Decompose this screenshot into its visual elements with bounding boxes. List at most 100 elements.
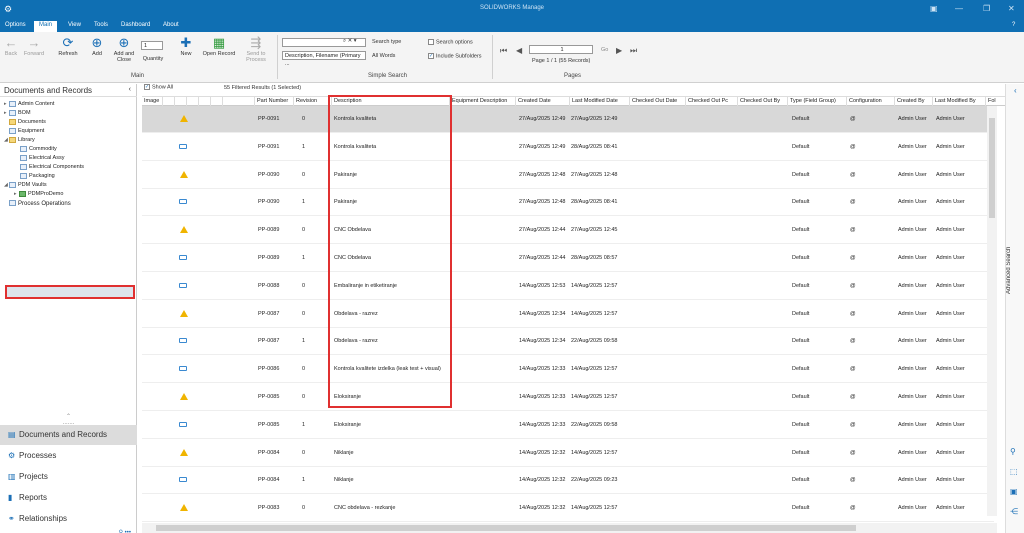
- table-row[interactable]: PP-0084 1 Niklanje 14/Aug/2025 12:32 22/Aug/…: [142, 467, 994, 495]
- refresh-button[interactable]: ⟳ Refresh: [55, 35, 81, 57]
- minimize-icon[interactable]: —: [955, 4, 963, 13]
- cell-created-by: Admin User: [898, 255, 927, 261]
- tree-item-bom[interactable]: ▸ BOM: [4, 109, 31, 117]
- table-row[interactable]: PP-0086 0 Kontrola kvalitete izdelka (leak…: [142, 356, 994, 384]
- cell-created-by: Admin User: [898, 421, 927, 428]
- maximize-icon[interactable]: ❐: [983, 4, 990, 13]
- cell-created-by: Admin User: [898, 199, 927, 206]
- table-row[interactable]: PP-0090 1 Pakiranje 27/Aug/2025 12:48 28/Aug…: [142, 189, 994, 217]
- table-row[interactable]: PP-0087 1 Obdelava - razrez 14/Aug/2025 12:…: [142, 328, 994, 356]
- table-row[interactable]: PP-0084 0 Niklanje 14/Aug/2025 12:32 14/Aug/…: [142, 440, 994, 467]
- tree-item-equipment[interactable]: Equipment: [9, 127, 44, 135]
- cell-last-modified-date: 22/Aug/2025 09:58: [571, 338, 618, 345]
- send-to-process-button[interactable]: ⇶ Send to Process: [241, 35, 271, 63]
- go-button[interactable]: Go: [601, 47, 608, 53]
- nav-projects[interactable]: ▥ Projects: [0, 467, 137, 487]
- add-and-close-button[interactable]: ⊕ Add and Close: [111, 35, 137, 63]
- menu-main[interactable]: Main: [34, 21, 58, 32]
- tree-item-pdm-vaults[interactable]: ◢ PDM Vaults: [4, 181, 47, 189]
- table-row[interactable]: PP-0085 1 Eloksiranje 14/Aug/2025 12:33 22/A…: [142, 412, 994, 439]
- table-row[interactable]: PP-0087 0 Obdelava - razrez 14/Aug/2025 12:…: [142, 301, 994, 328]
- menu-tools[interactable]: Tools: [94, 22, 108, 28]
- prev-page-icon[interactable]: ◀: [516, 46, 522, 55]
- help-icon[interactable]: ?: [1012, 22, 1015, 28]
- tree-item-electrical-assy[interactable]: Electrical Assy: [20, 154, 64, 162]
- search-options-checkbox[interactable]: Search options: [428, 39, 473, 45]
- table-row[interactable]: PP-0088 0 Embaliranje in etiketiranje 14/Au…: [142, 273, 994, 300]
- close-icon[interactable]: ✕: [1008, 4, 1015, 13]
- cell-last-modified-by: Admin User: [936, 366, 965, 373]
- cell-type: Default: [792, 199, 810, 206]
- horizontal-scrollbar[interactable]: [142, 523, 997, 533]
- nav-relationships[interactable]: ⚭ Relationships: [0, 509, 137, 529]
- tree-item-packaging[interactable]: Packaging: [20, 172, 55, 180]
- show-all-checkbox[interactable]: ✓ Show All: [144, 84, 173, 90]
- cell-part-number: PP-0084: [258, 477, 280, 484]
- preview-icon[interactable]: ▣: [1010, 487, 1018, 496]
- menu-dashboard[interactable]: Dashboard: [121, 22, 150, 28]
- cell-created-by: Admin User: [898, 310, 927, 317]
- scroll-thumb[interactable]: [156, 525, 856, 531]
- restore-icon[interactable]: ▣: [930, 4, 938, 13]
- table-row[interactable]: PP-0089 0 CNC Obdelava 27/Aug/2025 12:44 27/…: [142, 217, 994, 245]
- next-page-icon[interactable]: ▶: [616, 46, 622, 55]
- scroll-thumb[interactable]: [989, 118, 995, 218]
- more-icon[interactable]: ⚲ •••: [0, 529, 137, 533]
- cell-configuration: @: [850, 310, 856, 317]
- table-row[interactable]: PP-0090 0 Pakiranje 27/Aug/2025 12:48 27/Aug…: [142, 162, 994, 189]
- warning-icon: [180, 309, 188, 317]
- menu-options[interactable]: Options: [5, 22, 26, 28]
- table-row[interactable]: PP-0091 0 Kontrola kvaliteta 27/Aug/2025 12…: [142, 106, 994, 133]
- export-icon[interactable]: ⬚: [1010, 467, 1018, 476]
- tree-item-documents[interactable]: Documents: [9, 118, 46, 126]
- tree-item-pdmprodemo[interactable]: ▸ PDMProDemo: [14, 190, 63, 198]
- table-row[interactable]: PP-0083 0 CNC obdelava - rezkanje 14/Aug/20…: [142, 495, 994, 522]
- cell-configuration: @: [850, 394, 856, 400]
- share-icon[interactable]: ⋲: [1010, 507, 1018, 516]
- tree-item-admin-content[interactable]: ▸ Admin Content: [4, 100, 54, 108]
- cell-last-modified-date: 22/Aug/2025 09:58: [571, 421, 618, 428]
- first-page-icon[interactable]: ⏮: [500, 46, 507, 56]
- vertical-scrollbar[interactable]: [987, 106, 997, 516]
- cell-configuration: @: [850, 421, 856, 428]
- advanced-search-tab[interactable]: Advanced Search: [1006, 240, 1022, 300]
- add-button[interactable]: ⊕ Add: [88, 35, 106, 57]
- search-go-icon[interactable]: ⌕ ✕ ▾: [343, 38, 357, 45]
- document-icon: [179, 477, 187, 483]
- tree-item-commodity[interactable]: Commodity: [20, 145, 57, 153]
- search-fields-dropdown[interactable]: Description, Filename (Primary ...: [282, 51, 366, 67]
- tree-item-electrical-components[interactable]: Electrical Components: [20, 163, 84, 171]
- table-row[interactable]: PP-0091 1 Kontrola kvaliteta 27/Aug/2025 12…: [142, 134, 994, 161]
- back-button[interactable]: ← Back: [3, 35, 19, 57]
- grid-icon: [20, 145, 27, 152]
- search-icon[interactable]: ⚲: [1010, 447, 1016, 456]
- processes-icon: ⚙: [8, 451, 16, 460]
- nav-documents-and-records[interactable]: ▤ Documents and Records: [0, 425, 137, 445]
- search-type-dropdown[interactable]: All Words: [372, 53, 395, 59]
- cell-last-modified-by: Admin User: [936, 143, 965, 150]
- tree-item-library[interactable]: ◢ Library: [4, 136, 35, 144]
- menu-about[interactable]: About: [163, 22, 179, 28]
- include-subfolders-checkbox[interactable]: ✓ Include Subfolders: [428, 53, 482, 59]
- cell-created-by: Admin User: [898, 366, 927, 373]
- tree-item-process-operations[interactable]: Process Operations: [9, 200, 71, 208]
- cell-description: Eloksiranje: [334, 421, 361, 428]
- menu-view[interactable]: View: [68, 22, 81, 28]
- open-record-button[interactable]: ▦ Open Record: [200, 35, 238, 57]
- forward-button[interactable]: → Forward: [21, 35, 47, 57]
- new-button[interactable]: ✚ New: [175, 35, 197, 57]
- collapse-right-icon[interactable]: ‹: [1014, 86, 1017, 95]
- quantity-stepper[interactable]: 1: [141, 41, 163, 50]
- cell-part-number: PP-0087: [258, 338, 280, 345]
- table-row[interactable]: PP-0085 0 Eloksiranje 14/Aug/2025 12:33 14/A…: [142, 384, 994, 411]
- last-page-icon[interactable]: ⏭: [630, 46, 637, 56]
- page-number-input[interactable]: 1: [529, 45, 593, 54]
- nav-reports[interactable]: ▮ Reports: [0, 488, 137, 508]
- document-icon: [179, 338, 187, 344]
- collapse-panel-icon[interactable]: ‹: [129, 86, 131, 93]
- nav-processes[interactable]: ⚙ Processes: [0, 446, 137, 466]
- table-row[interactable]: PP-0089 1 CNC Obdelava 27/Aug/2025 12:44 28/…: [142, 245, 994, 272]
- title-bar: ⚙ SOLIDWORKS Manage ▣ — ❐ ✕: [0, 0, 1024, 20]
- cell-part-number: PP-0090: [258, 199, 280, 206]
- cell-created-date: 14/Aug/2025 12:34: [519, 310, 566, 317]
